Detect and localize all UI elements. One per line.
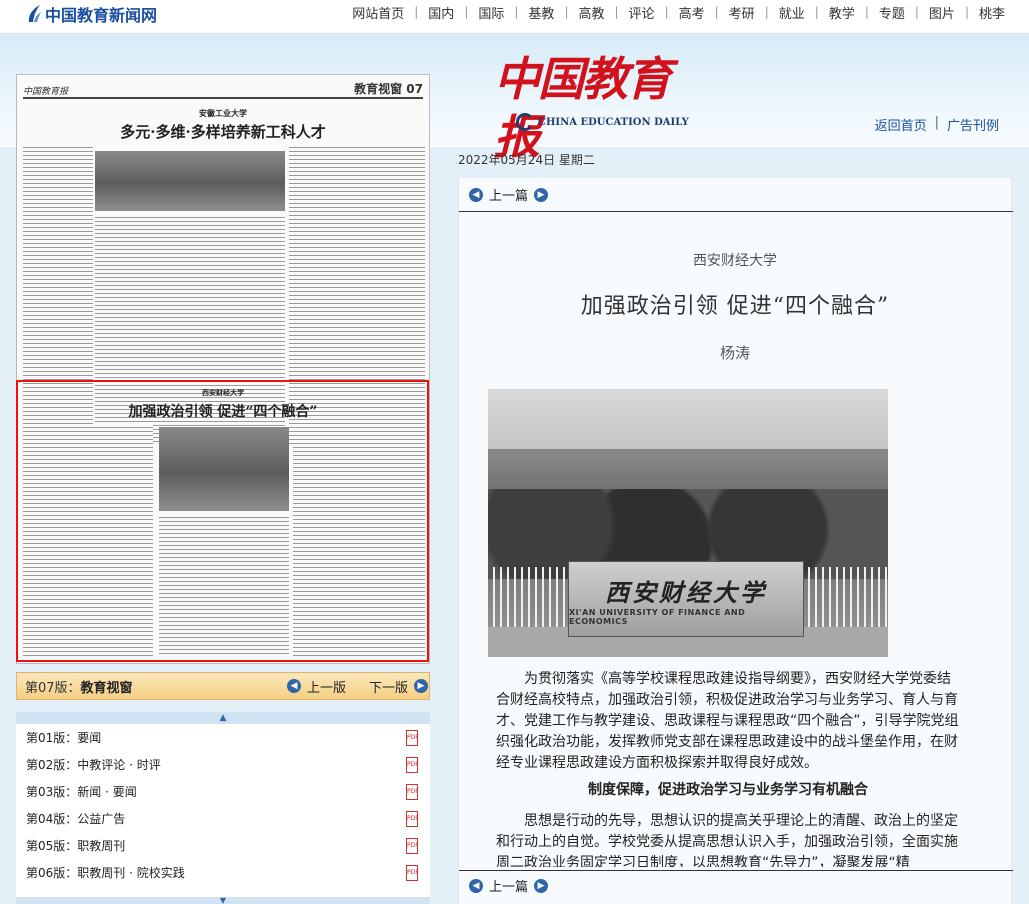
page-list: ▲ 第01版： 要闻 PDF 第02版： 中教评论 · 时评 PDF 第03版： 新闻 · 要… bbox=[16, 712, 430, 904]
newspaper-masthead: 中国教育报 CHINA EDUCATION DAILY bbox=[494, 50, 694, 164]
article-section-heading: 制度保障，促进政治学习与业务学习有机融合 bbox=[588, 782, 868, 798]
masthead-english-text: CHINA EDUCATION DAILY bbox=[538, 116, 689, 128]
thumbnail-top-org: 安徽工业大学 bbox=[199, 108, 247, 118]
current-page-label: 第07版：教育视窗 bbox=[25, 680, 133, 696]
page-name: 职教周刊 · 院校实践 bbox=[77, 866, 185, 880]
masthead-title-cn: 中国教育报 bbox=[494, 52, 672, 164]
site-logo[interactable]: 中国教育新闻网 bbox=[26, 3, 157, 25]
thumbnail-header: 中国教育报 教育视窗 07 bbox=[23, 81, 423, 99]
topnav-item[interactable]: 网站首页 bbox=[342, 3, 414, 22]
thumbnail-paper-name: 中国教育报 bbox=[23, 87, 69, 97]
back-home-link[interactable]: 返回首页 bbox=[875, 115, 927, 134]
arrow-left-icon: ◀ bbox=[469, 878, 483, 893]
thumbnail-photo bbox=[95, 151, 285, 211]
pdf-icon[interactable]: PDF bbox=[406, 730, 419, 746]
site-logo-text: 中国教育新闻网 bbox=[45, 6, 158, 25]
page-name: 中教评论 · 时评 bbox=[77, 758, 161, 772]
page-list-item[interactable]: 第01版： 要闻 PDF bbox=[16, 724, 430, 751]
scroll-up-button[interactable]: ▲ bbox=[16, 712, 430, 724]
topnav-item[interactable]: 考研 bbox=[719, 3, 765, 22]
header-link-separator: | bbox=[934, 115, 939, 130]
page-number: 第02版： bbox=[26, 758, 78, 772]
topnav-item[interactable]: 国际 bbox=[468, 3, 514, 22]
topnav-item[interactable]: 桃李 bbox=[969, 3, 1015, 22]
thumbnail-top-title: 多元·多维·多样培养新工科人才 bbox=[120, 123, 326, 141]
page-number: 第01版： bbox=[26, 731, 78, 745]
page-number: 第06版： bbox=[26, 866, 78, 880]
prev-article-link-bottom[interactable]: ◀ 上一篇 ▶ bbox=[459, 870, 1013, 900]
article-body: 为贯彻落实《高等学校课程思政建设指导纲要》，西安财经大学党委结合财经高校特点，加… bbox=[496, 669, 960, 867]
header-links: 返回首页 | 广告刊例 bbox=[875, 115, 999, 134]
topnav-item[interactable]: 就业 bbox=[769, 3, 815, 22]
prev-article-link[interactable]: ◀ 上一篇 ▶ bbox=[459, 178, 1013, 212]
page-list-item[interactable]: 第06版： 职教周刊 · 院校实践 PDF bbox=[16, 859, 430, 886]
photo-sign-english: XI'AN UNIVERSITY OF FINANCE AND ECONOMIC… bbox=[569, 607, 746, 626]
page-list-item[interactable]: 第05版： 职教周刊 PDF bbox=[16, 832, 430, 859]
page-list-item[interactable]: 第04版： 公益广告 PDF bbox=[16, 805, 430, 832]
prev-article-label: 上一篇 bbox=[489, 189, 529, 204]
masthead-e-icon bbox=[516, 113, 534, 131]
photo-sign-text: 西安财经大学 bbox=[605, 577, 767, 607]
prev-page-label: 上一版 bbox=[307, 680, 347, 696]
topnav-item[interactable]: 图片 bbox=[919, 3, 965, 22]
prev-article-label: 上一篇 bbox=[489, 880, 529, 895]
pdf-icon[interactable]: PDF bbox=[406, 838, 419, 854]
top-navigation-bar: 中国教育新闻网 网站首页 | 国内 | 国际 | 基教 | 高教 | 评论 | 高考 | 考研 | 就业 | 教学 |… bbox=[0, 0, 1029, 34]
topnav-item[interactable]: 国内 bbox=[418, 3, 464, 22]
thumbnail-page-label: 教育视窗 07 bbox=[354, 82, 423, 96]
top-nav-menu: 网站首页 | 国内 | 国际 | 基教 | 高教 | 评论 | 高考 | 考研 | 就业 | 教学 | 专题 | 图片 | 桃李 bbox=[342, 3, 1015, 22]
article-photo: 西安财经大学 XI'AN UNIVERSITY OF FINANCE AND E… bbox=[488, 389, 888, 657]
pdf-icon[interactable]: PDF bbox=[406, 784, 419, 800]
topnav-item[interactable]: 高考 bbox=[669, 3, 715, 22]
page-list-item[interactable]: 第02版： 中教评论 · 时评 PDF bbox=[16, 751, 430, 778]
pdf-icon[interactable]: PDF bbox=[406, 865, 419, 881]
page-name: 要闻 bbox=[77, 731, 102, 745]
page-name: 新闻 · 要闻 bbox=[77, 785, 137, 799]
pdf-icon[interactable]: PDF bbox=[406, 811, 419, 827]
article-org: 西安财经大学 bbox=[693, 253, 777, 269]
arrow-right-icon: ▶ bbox=[534, 187, 549, 202]
photo-name-stone: 西安财经大学 XI'AN UNIVERSITY OF FINANCE AND E… bbox=[568, 561, 804, 637]
article-title: 加强政治引领 促进“四个融合” bbox=[580, 294, 890, 319]
page-number: 第04版： bbox=[26, 812, 78, 826]
page-list-item[interactable]: 第03版： 新闻 · 要闻 PDF bbox=[16, 778, 430, 805]
topnav-item[interactable]: 评论 bbox=[619, 3, 665, 22]
masthead-title-en: CHINA EDUCATION DAILY bbox=[516, 113, 689, 131]
arrow-right-icon: ▶ bbox=[534, 878, 549, 893]
arrow-left-icon: ◀ bbox=[469, 187, 483, 202]
ad-rates-link[interactable]: 广告刊例 bbox=[947, 115, 999, 134]
page-rows: 第01版： 要闻 PDF 第02版： 中教评论 · 时评 PDF 第03版： 新闻 · 要闻 P… bbox=[16, 724, 430, 886]
article-author: 杨涛 bbox=[719, 344, 750, 362]
arrow-right-icon: ▶ bbox=[414, 679, 429, 693]
page-number: 第05版： bbox=[26, 839, 78, 853]
topnav-item[interactable]: 基教 bbox=[518, 3, 564, 22]
topnav-item[interactable]: 专题 bbox=[869, 3, 915, 22]
issue-date: 2022年05月24日 星期二 bbox=[458, 153, 595, 167]
article-paragraph: 思想是行动的先导，思想认识的提高关乎理论上的清醒、政治上的坚定和行动上的自觉。学… bbox=[496, 813, 958, 867]
next-page-button[interactable]: 下一版 ▶ bbox=[369, 677, 429, 696]
selected-article-highlight[interactable] bbox=[16, 380, 429, 662]
page-name: 职教周刊 bbox=[77, 839, 126, 853]
pdf-icon[interactable]: PDF bbox=[406, 757, 419, 773]
arrow-left-icon: ◀ bbox=[287, 679, 301, 693]
page-number: 第03版： bbox=[26, 785, 78, 799]
article-paragraph: 为贯彻落实《高等学校课程思政建设指导纲要》，西安财经大学党委结合财经高校特点，加… bbox=[496, 671, 959, 771]
article-panel: ◀ 上一篇 ▶ 西安财经大学 加强政治引领 促进“四个融合” 杨涛 西安财经大学… bbox=[458, 178, 1013, 904]
current-page-bar: 第07版：教育视窗 ◀ 上一版 下一版 ▶ bbox=[16, 672, 430, 700]
page-name: 公益广告 bbox=[77, 812, 126, 826]
next-page-label: 下一版 bbox=[369, 680, 409, 696]
scroll-down-button[interactable]: ▼ bbox=[16, 897, 430, 904]
prev-page-button[interactable]: ◀ 上一版 bbox=[287, 677, 346, 696]
logo-swoosh-icon bbox=[28, 5, 41, 22]
topnav-item[interactable]: 教学 bbox=[819, 3, 865, 22]
topnav-item[interactable]: 高教 bbox=[568, 3, 614, 22]
